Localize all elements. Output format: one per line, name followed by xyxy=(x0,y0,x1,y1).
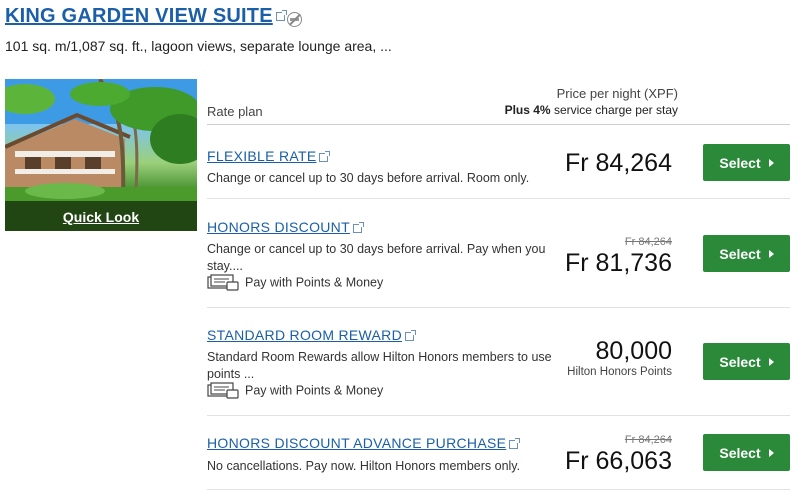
rate-price: Fr 66,063 xyxy=(564,447,672,475)
room-photo[interactable]: Quick Look xyxy=(5,79,197,231)
rate-row-honors-discount: HONORS DISCOUNT Change or cancel up to 3… xyxy=(207,218,790,308)
header-divider xyxy=(207,124,790,125)
rate-row-advance-purchase: HONORS DISCOUNT ADVANCE PURCHASE No canc… xyxy=(207,434,790,490)
price-per-night-label: Price per night (XPF) xyxy=(556,86,678,101)
row-divider xyxy=(207,198,790,199)
row-divider xyxy=(207,489,790,490)
suite-title-link[interactable]: KING GARDEN VIEW SUITE xyxy=(5,5,287,28)
service-charge-note: Plus 4% service charge per stay xyxy=(504,103,678,117)
rate-description: Standard Room Rewards allow Hilton Honor… xyxy=(207,350,552,381)
rate-price: Fr 81,736 xyxy=(564,249,672,277)
rate-description: Change or cancel up to 30 days before ar… xyxy=(207,171,530,185)
points-money-option: Pay with Points & Money xyxy=(207,382,383,400)
suite-description: 101 sq. m/1,087 sq. ft., lagoon views, s… xyxy=(5,38,392,54)
chevron-right-icon xyxy=(768,249,774,258)
rate-name-link[interactable]: STANDARD ROOM REWARD xyxy=(207,327,416,343)
rate-row-standard-reward: STANDARD ROOM REWARD Standard Room Rewar… xyxy=(207,326,790,416)
no-smoking-icon xyxy=(287,12,302,27)
external-link-icon xyxy=(275,10,287,22)
points-money-option: Pay with Points & Money xyxy=(207,274,383,292)
row-divider xyxy=(207,415,790,416)
rate-description: Change or cancel up to 30 days before ar… xyxy=(207,242,546,273)
select-button[interactable]: Select xyxy=(703,235,790,272)
price-header: Price per night (XPF) Plus 4% service ch… xyxy=(505,86,678,118)
suite-title-text: KING GARDEN VIEW SUITE xyxy=(5,5,273,27)
external-link-icon xyxy=(352,221,364,233)
rate-price: 80,000 xyxy=(595,337,672,365)
chevron-right-icon xyxy=(768,158,774,167)
external-link-icon xyxy=(509,437,521,449)
rate-plan-header: Rate plan xyxy=(207,104,263,119)
rate-description: No cancellations. Pay now. Hilton Honors… xyxy=(207,459,521,473)
select-button[interactable]: Select xyxy=(703,343,790,380)
points-money-icon xyxy=(207,382,239,399)
row-divider xyxy=(207,307,790,308)
original-price: Fr 84,264 xyxy=(624,434,672,446)
select-button[interactable]: Select xyxy=(703,144,790,181)
select-button[interactable]: Select xyxy=(703,434,790,471)
rate-name-link[interactable]: HONORS DISCOUNT xyxy=(207,219,364,235)
quick-look-link[interactable]: Quick Look xyxy=(5,209,197,225)
rate-price: Fr 84,264 xyxy=(564,149,672,177)
external-link-icon xyxy=(405,329,416,341)
chevron-right-icon xyxy=(768,357,774,366)
rate-name-link[interactable]: FLEXIBLE RATE xyxy=(207,148,331,164)
original-price: Fr 84,264 xyxy=(624,236,672,248)
rate-row-flexible: FLEXIBLE RATE Change or cancel up to 30 … xyxy=(207,144,790,199)
external-link-icon xyxy=(319,150,331,162)
price-unit: Hilton Honors Points xyxy=(567,366,672,378)
chevron-right-icon xyxy=(768,448,774,457)
points-money-icon xyxy=(207,274,239,291)
rate-name-link[interactable]: HONORS DISCOUNT ADVANCE PURCHASE xyxy=(207,435,521,451)
